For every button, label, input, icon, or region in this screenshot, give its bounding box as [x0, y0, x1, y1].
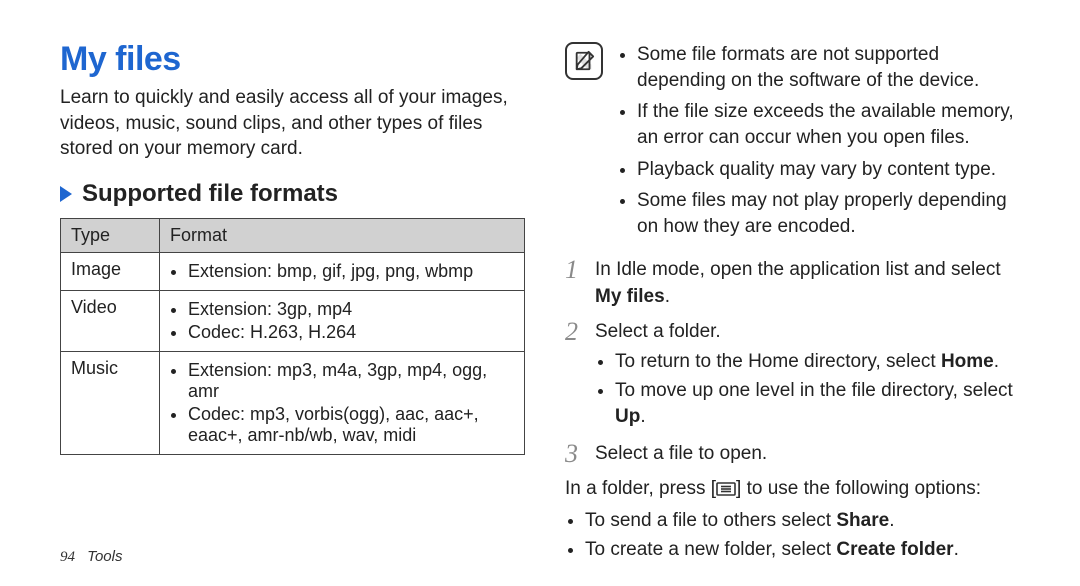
- sub-bold: Up: [615, 406, 640, 427]
- after-steps-block: In a folder, press [ ] to use the followi…: [565, 476, 1030, 564]
- intro-paragraph: Learn to quickly and easily access all o…: [60, 85, 525, 162]
- cell-format: Extension: 3gp, mp4 Codec: H.263, H.264: [160, 290, 525, 351]
- page-title: My files: [60, 40, 525, 79]
- step-number: 3: [565, 441, 595, 468]
- format-item: Extension: bmp, gif, jpg, png, wbmp: [188, 261, 514, 282]
- step-text: In Idle mode, open the application list …: [595, 259, 1001, 280]
- step-text: Select a folder.: [595, 321, 721, 342]
- step-text: Select a file to open.: [595, 443, 767, 464]
- section-heading: Supported file formats: [82, 180, 338, 208]
- left-column: My files Learn to quickly and easily acc…: [60, 40, 555, 556]
- table-header-row: Type Format: [61, 218, 525, 252]
- step-body: In Idle mode, open the application list …: [595, 257, 1030, 310]
- step-number: 2: [565, 319, 595, 433]
- option-item: To send a file to others select Share.: [585, 508, 1030, 535]
- formats-table: Type Format Image Extension: bmp, gif, j…: [60, 218, 525, 455]
- section-heading-row: Supported file formats: [60, 180, 525, 208]
- manual-page: My files Learn to quickly and easily acc…: [0, 0, 1080, 586]
- page-number: 94: [60, 549, 75, 565]
- format-item: Extension: 3gp, mp4: [188, 299, 514, 320]
- table-row: Image Extension: bmp, gif, jpg, png, wbm…: [61, 252, 525, 290]
- col-type-header: Type: [61, 218, 160, 252]
- note-list: Some file formats are not supported depe…: [617, 40, 1030, 245]
- step: 3 Select a file to open.: [565, 441, 1030, 468]
- section-name: Tools: [87, 548, 122, 565]
- format-item: Extension: mp3, m4a, 3gp, mp4, ogg, amr: [188, 360, 514, 402]
- cell-type: Music: [61, 351, 160, 454]
- steps-block: 1 In Idle mode, open the application lis…: [565, 257, 1030, 467]
- chevron-right-icon: [60, 186, 72, 202]
- table-row: Video Extension: 3gp, mp4 Codec: H.263, …: [61, 290, 525, 351]
- opt-pre: To create a new folder, select: [585, 539, 836, 560]
- note-item: If the file size exceeds the available m…: [637, 99, 1030, 150]
- after-intro-pre: In a folder, press [: [565, 478, 716, 499]
- step-sub-item: To move up one level in the file directo…: [615, 378, 1030, 431]
- sub-pre: To return to the Home directory, select: [615, 351, 941, 372]
- cell-format: Extension: bmp, gif, jpg, png, wbmp: [160, 252, 525, 290]
- cell-type: Video: [61, 290, 160, 351]
- cell-format: Extension: mp3, m4a, 3gp, mp4, ogg, amr …: [160, 351, 525, 454]
- format-item: Codec: mp3, vorbis(ogg), aac, aac+, eaac…: [188, 404, 514, 446]
- option-item: To create a new folder, select Create fo…: [585, 537, 1030, 564]
- note-icon: [565, 42, 603, 80]
- format-item: Codec: H.263, H.264: [188, 322, 514, 343]
- opt-bold: Share: [836, 510, 889, 531]
- menu-key-icon: [716, 478, 736, 505]
- note-item: Playback quality may vary by content typ…: [637, 157, 1030, 183]
- col-format-header: Format: [160, 218, 525, 252]
- sub-post: .: [640, 406, 645, 427]
- step-number: 1: [565, 257, 595, 310]
- page-footer: 94 Tools: [60, 548, 122, 566]
- note-block: Some file formats are not supported depe…: [565, 40, 1030, 245]
- step-bold: My files: [595, 286, 665, 307]
- right-column: Some file formats are not supported depe…: [555, 40, 1030, 556]
- step-body: Select a folder. To return to the Home d…: [595, 319, 1030, 433]
- table-row: Music Extension: mp3, m4a, 3gp, mp4, ogg…: [61, 351, 525, 454]
- step-body: Select a file to open.: [595, 441, 1030, 468]
- step-sub-item: To return to the Home directory, select …: [615, 349, 1030, 376]
- note-item: Some files may not play properly dependi…: [637, 188, 1030, 239]
- opt-post: .: [889, 510, 894, 531]
- opt-pre: To send a file to others select: [585, 510, 836, 531]
- sub-bold: Home: [941, 351, 994, 372]
- note-item: Some file formats are not supported depe…: [637, 42, 1030, 93]
- sub-post: .: [994, 351, 999, 372]
- step: 2 Select a folder. To return to the Home…: [565, 319, 1030, 433]
- opt-post: .: [954, 539, 959, 560]
- opt-bold: Create folder: [836, 539, 953, 560]
- step: 1 In Idle mode, open the application lis…: [565, 257, 1030, 310]
- step-text-post: .: [665, 286, 670, 307]
- sub-pre: To move up one level in the file directo…: [615, 380, 1013, 401]
- after-intro-post: ] to use the following options:: [736, 478, 981, 499]
- cell-type: Image: [61, 252, 160, 290]
